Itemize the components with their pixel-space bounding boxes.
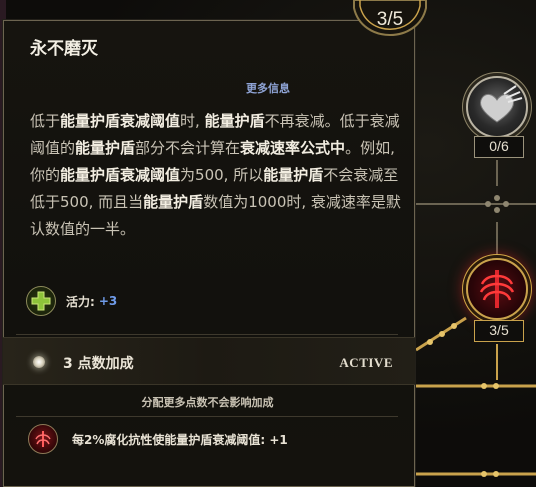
description-segment: 能量护盾衰减阈值 xyxy=(60,166,181,184)
stat-row: 活力: +3 xyxy=(26,286,117,316)
heart-node-counter: 0/6 xyxy=(474,136,524,158)
divider xyxy=(16,334,398,335)
description-segment: 低于 xyxy=(30,112,61,130)
stat-label: 活力: xyxy=(66,294,95,309)
vitality-cross-icon xyxy=(26,286,56,316)
skill-rank: 3/5 xyxy=(376,9,404,30)
bonus-header: 3 点数加成 ACTIVE xyxy=(3,337,415,385)
description-segment: 部分不会计算在 xyxy=(135,139,241,157)
description-segment: 衰减速率公式中 xyxy=(240,139,346,157)
crimson-spine-icon xyxy=(479,270,515,308)
corruption-spine-icon xyxy=(28,424,58,454)
description-segment: 能量护盾 xyxy=(143,193,204,211)
bonus-effect-label: 每2%腐化抗性使能量护盾衰减阈值: xyxy=(72,432,266,447)
description-segment: 为500, 所以 xyxy=(180,166,264,184)
description-segment: 能量护盾 xyxy=(263,166,324,184)
skill-description: 低于能量护盾衰减阈值时, 能量护盾不再衰减。低于衰减阈值的能量护盾部分不会计算在… xyxy=(30,108,402,243)
bonus-status: ACTIVE xyxy=(339,355,393,370)
spine-node-counter: 3/5 xyxy=(474,320,524,342)
description-segment: 时, xyxy=(180,112,205,130)
bonus-note: 分配更多点数不会影响加成 xyxy=(141,396,274,409)
description-segment: 能量护盾 xyxy=(204,112,265,130)
crimson-spine-node[interactable] xyxy=(466,258,528,320)
more-info-link[interactable]: 更多信息 xyxy=(0,80,536,96)
stat-value: +3 xyxy=(98,294,118,308)
bonus-active-dot-icon xyxy=(33,356,45,368)
bonus-effect-row: 每2%腐化抗性使能量护盾衰减阈值: +1 xyxy=(28,424,288,454)
bonus-effect-text: 每2%腐化抗性使能量护盾衰减阈值: +1 xyxy=(72,431,288,448)
description-segment: 能量护盾 xyxy=(75,139,136,157)
description-segment: 能量护盾衰减阈值 xyxy=(60,112,181,130)
skill-title: 永不磨灭 xyxy=(30,39,98,59)
bonus-effect-value: +1 xyxy=(269,432,288,447)
bonus-title: 3 点数加成 xyxy=(63,356,134,372)
divider xyxy=(16,416,398,417)
